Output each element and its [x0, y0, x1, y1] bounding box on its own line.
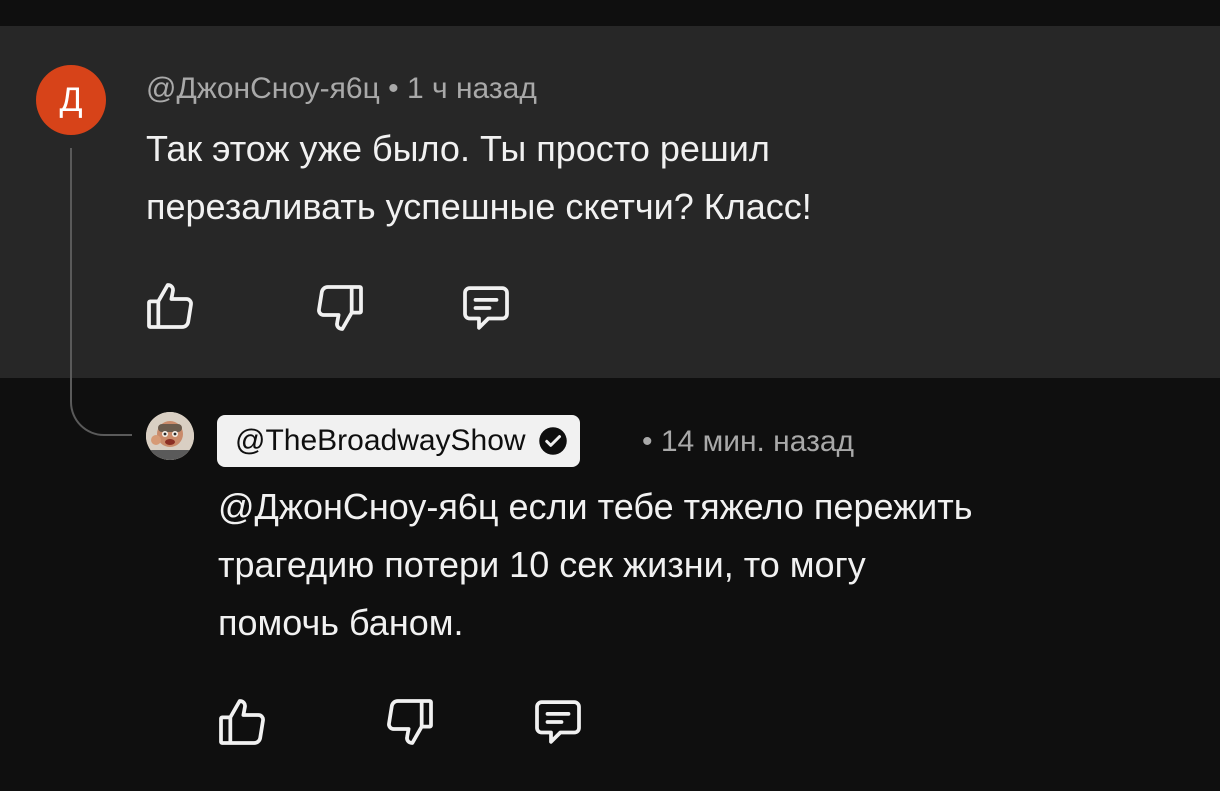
parent-comment-text: Так этож уже было. Ты просто решил перез… — [146, 128, 812, 227]
meta-separator: • — [642, 425, 653, 458]
thumbs-down-icon — [317, 285, 363, 331]
reply-author-name: @TheBroadwayShow — [235, 424, 526, 457]
top-strip — [0, 0, 1220, 26]
parent-comment-meta: @ДжонСноу-я6ц • 1 ч назад — [146, 72, 537, 106]
comment-icon — [463, 286, 509, 330]
parent-avatar[interactable]: Д — [36, 65, 106, 135]
parent-author-name[interactable]: @ДжонСноу-я6ц — [146, 72, 380, 105]
reply-avatar-image — [146, 412, 194, 460]
reply-author-chip[interactable]: @TheBroadwayShow — [217, 415, 580, 467]
reply-comment-meta: • 14 мин. назад — [642, 425, 854, 459]
thumbs-up-icon — [219, 699, 265, 745]
reply-like-button[interactable] — [214, 694, 270, 750]
reply-dislike-button[interactable] — [382, 694, 438, 750]
reply-comment-text: @ДжонСноу-я6ц если тебе тяжело пережить … — [218, 486, 973, 643]
parent-comment-time: 1 ч назад — [406, 72, 537, 105]
comment-icon — [535, 700, 581, 744]
reply-comment-time: 14 мин. назад — [660, 425, 855, 458]
parent-dislike-button[interactable] — [312, 280, 368, 336]
reply-avatar[interactable] — [146, 412, 194, 460]
meta-separator: • — [388, 72, 399, 105]
thumbs-down-icon — [387, 699, 433, 745]
parent-like-button[interactable] — [142, 278, 198, 334]
reply-reply-button[interactable] — [530, 694, 586, 750]
thread-connector-line — [70, 148, 132, 436]
parent-reply-button[interactable] — [458, 280, 514, 336]
verified-check-icon — [538, 426, 568, 456]
thumbs-up-icon — [147, 283, 193, 329]
